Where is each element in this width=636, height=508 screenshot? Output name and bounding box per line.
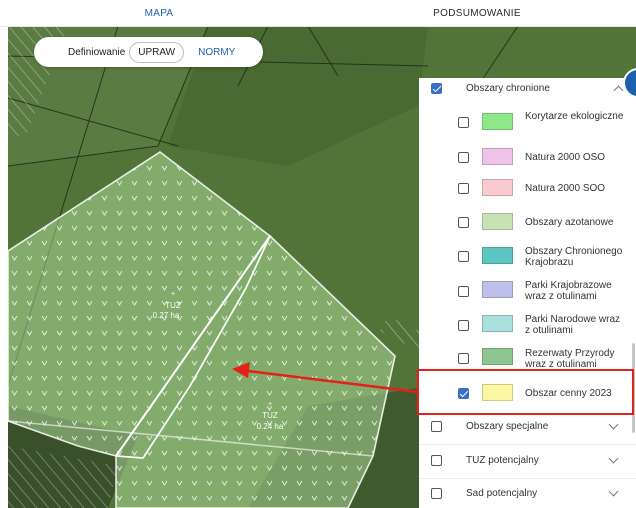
layer-checkbox[interactable] [458,353,469,364]
tab-mapa[interactable]: MAPA [0,0,318,26]
layer-swatch [482,148,513,165]
mode-switch: Definiowanie UPRAW NORMY [34,37,263,67]
layer-label: Obszary azotanowe [525,217,614,228]
layer-group-header[interactable]: Obszary chronione [419,78,636,100]
layer-swatch [482,113,513,130]
layer-checkbox[interactable] [458,183,469,194]
layer-label: Parki Krajobrazowe wraz z otulinami [525,280,612,302]
chevron-down-icon[interactable] [608,453,619,464]
layer-label: Natura 2000 OSO [525,152,606,163]
layer-checkbox[interactable] [458,286,469,297]
parcel-2-area: 0.24 ha [257,422,284,431]
mode-switch-label: Definiowanie [68,46,126,58]
chevron-down-icon[interactable] [608,486,619,497]
layer-label: Parki Narodowe wraz z otulinami [525,314,621,336]
svg-text:+: + [171,291,175,298]
parcel-2-name: TUZ [262,411,278,420]
layer-swatch [482,247,513,264]
group-label: Sad potencjalny [466,488,538,499]
group-checkbox[interactable] [431,83,442,94]
highlight-box [417,369,634,415]
layer-swatch [482,179,513,196]
layer-checkbox[interactable] [458,251,469,262]
layer-label: Korytarze ekologiczne [525,111,624,122]
parcel-1-name: TUZ [165,301,181,310]
layer-swatch [482,281,513,298]
group-label: TUZ potencjalny [466,455,539,466]
parcel-1-area: 0.27 ha [153,311,180,320]
layer-swatch [482,315,513,332]
chevron-up-icon[interactable] [613,85,624,96]
mode-option-normy[interactable]: NORMY [190,43,243,62]
layer-label: Natura 2000 SOO [525,183,606,194]
group-checkbox[interactable] [431,455,442,466]
layer-checkbox[interactable] [458,152,469,163]
group-title: Obszary chronione [466,83,550,94]
group-checkbox[interactable] [431,488,442,499]
layer-swatch [482,348,513,365]
top-tabs: MAPA PODSUMOWANIE [0,0,636,27]
layers-panel: Obszary chronione Korytarze ekologiczne … [419,78,636,508]
svg-text:+: + [268,401,272,408]
tab-podsumowanie[interactable]: PODSUMOWANIE [318,0,636,26]
layer-checkbox[interactable] [458,320,469,331]
mode-option-upraw[interactable]: UPRAW [129,41,185,63]
layer-label: Rezerwaty Przyrody wraz z otulinami [525,348,615,370]
layer-checkbox[interactable] [458,217,469,228]
group-checkbox[interactable] [431,421,442,432]
layer-swatch [482,213,513,230]
group-label: Obszary specjalne [466,421,549,432]
layer-checkbox[interactable] [458,117,469,128]
chevron-down-icon[interactable] [608,419,619,430]
layer-label: Obszary Chronionego Krajobrazu [525,246,623,268]
